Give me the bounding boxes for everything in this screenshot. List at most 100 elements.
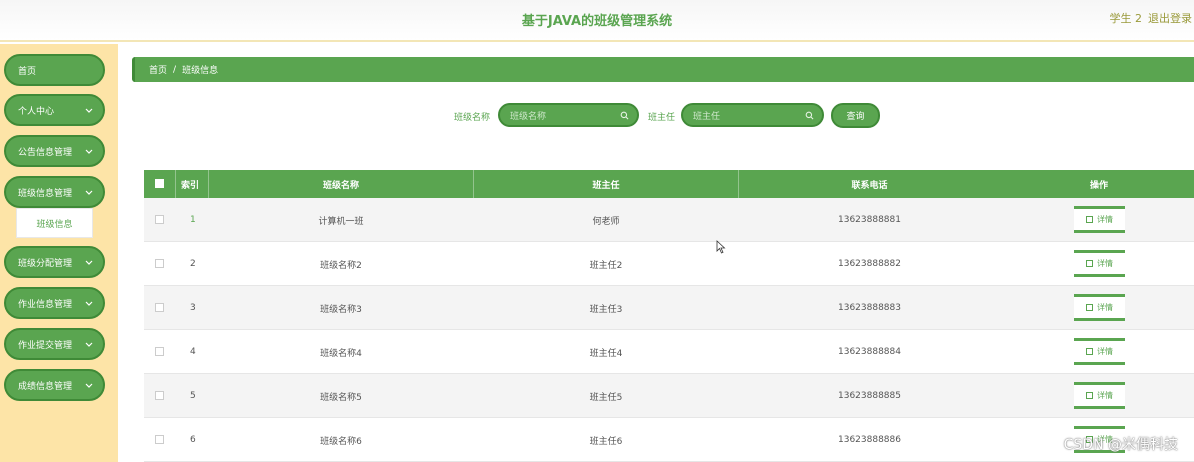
sidebar-item-label: 作业信息管理 [18, 299, 73, 310]
teacher-input[interactable]: 班主任 [681, 103, 824, 127]
cell-teacher: 班主任5 [589, 392, 623, 403]
table-row: 4 班级名称4 班主任4 13623888884 详情 [144, 330, 1194, 374]
detail-label: 详情 [1097, 215, 1113, 224]
breadcrumb-home[interactable]: 首页 [149, 63, 167, 76]
detail-icon [1086, 348, 1093, 355]
row-checkbox[interactable] [155, 347, 164, 356]
detail-button[interactable]: 详情 [1074, 338, 1125, 365]
search-icon [805, 111, 814, 120]
chevron-down-icon [85, 190, 93, 195]
cell-phone: 13623888885 [838, 391, 901, 401]
sidebar-item-submission-management[interactable]: 作业提交管理 [4, 328, 105, 360]
sidebar-subitem-class-info[interactable]: 班级信息 [16, 208, 93, 238]
cell-index: 2 [190, 259, 196, 269]
row-checkbox[interactable] [155, 303, 164, 312]
cell-class-name: 班级名称4 [320, 348, 362, 359]
search-button[interactable]: 查询 [831, 103, 880, 128]
cell-teacher: 班主任2 [589, 260, 623, 271]
sidebar-item-personal-center[interactable]: 个人中心 [4, 94, 105, 126]
detail-icon [1086, 216, 1093, 223]
cell-class-name: 班级名称6 [320, 436, 362, 447]
detail-icon [1086, 304, 1093, 311]
cell-teacher: 何老师 [592, 216, 620, 227]
cell-phone: 13623888886 [838, 435, 901, 445]
chevron-down-icon [85, 383, 93, 388]
cell-index: 6 [190, 435, 196, 445]
header-phone: 联系电话 [851, 180, 888, 191]
header-index: 索引 [181, 180, 200, 191]
detail-label: 详情 [1097, 347, 1113, 356]
logout-link[interactable]: 退出登录 [1148, 10, 1192, 26]
cell-index: 3 [190, 303, 196, 313]
sidebar-item-label: 作业提交管理 [18, 340, 73, 351]
detail-button[interactable]: 详情 [1074, 250, 1125, 277]
chevron-down-icon [85, 301, 93, 306]
watermark: CSDN @米偶科技 [1063, 437, 1178, 453]
sidebar-item-label: 班级信息管理 [18, 188, 73, 199]
teacher-label: 班主任 [648, 113, 676, 123]
sidebar-item-label: 成绩信息管理 [18, 381, 73, 392]
cell-phone: 13623888881 [838, 215, 901, 225]
select-all-checkbox[interactable] [155, 179, 164, 188]
detail-button[interactable]: 详情 [1074, 382, 1125, 409]
sidebar-item-label: 班级分配管理 [18, 258, 73, 269]
cell-teacher: 班主任4 [589, 348, 623, 359]
detail-label: 详情 [1097, 391, 1113, 400]
breadcrumb-separator: / [173, 64, 177, 75]
chevron-down-icon [85, 260, 93, 265]
cell-index: 1 [190, 215, 196, 225]
row-checkbox[interactable] [155, 215, 164, 224]
teacher-placeholder: 班主任 [693, 111, 721, 122]
sidebar-item-label: 首页 [18, 66, 37, 77]
row-checkbox[interactable] [155, 259, 164, 268]
cell-phone: 13623888882 [838, 259, 901, 269]
cell-teacher: 班主任3 [589, 304, 623, 315]
table-row: 1 计算机一班 何老师 13623888881 详情 [144, 198, 1194, 242]
sidebar-item-homework-management[interactable]: 作业信息管理 [4, 287, 105, 319]
mouse-cursor-icon [716, 240, 726, 254]
cell-phone: 13623888884 [838, 347, 901, 357]
table-row: 3 班级名称3 班主任3 13623888883 详情 [144, 286, 1194, 330]
sidebar-item-class-assignment[interactable]: 班级分配管理 [4, 246, 105, 278]
sidebar-item-notice-management[interactable]: 公告信息管理 [4, 135, 105, 167]
table-row: 2 班级名称2 班主任2 13623888882 详情 [144, 242, 1194, 286]
header-class-name: 班级名称 [322, 180, 359, 191]
class-name-input[interactable]: 班级名称 [498, 103, 639, 127]
sidebar-item-class-management[interactable]: 班级信息管理 [4, 176, 105, 208]
app-title: 基于JAVA的班级管理系统 [521, 14, 673, 29]
sidebar-item-label: 公告信息管理 [18, 147, 73, 158]
current-user: 学生 2 [1109, 12, 1143, 25]
table-row: 6 班级名称6 班主任6 13623888886 详情 [144, 418, 1194, 462]
detail-icon [1086, 392, 1093, 399]
cell-class-name: 计算机一班 [318, 216, 364, 227]
cell-class-name: 班级名称2 [320, 260, 362, 271]
cell-index: 5 [190, 391, 196, 401]
sidebar-item-home[interactable]: 首页 [4, 54, 105, 86]
cell-class-name: 班级名称3 [320, 304, 362, 315]
detail-icon [1086, 260, 1093, 267]
detail-label: 详情 [1097, 259, 1113, 268]
chevron-down-icon [85, 149, 93, 154]
header-action: 操作 [1089, 180, 1108, 191]
class-name-label: 班级名称 [454, 113, 491, 123]
cell-class-name: 班级名称5 [320, 392, 362, 403]
row-checkbox[interactable] [155, 435, 164, 444]
table-row: 5 班级名称5 班主任5 13623888885 详情 [144, 374, 1194, 418]
cell-teacher: 班主任6 [589, 436, 623, 447]
table-header: 索引 班级名称 班主任 联系电话 操作 [144, 170, 1194, 198]
breadcrumb-current: 班级信息 [182, 66, 219, 76]
sidebar-item-label: 个人中心 [18, 106, 55, 117]
top-header: 基于JAVA的班级管理系统 学生 2 退出登录 [0, 0, 1194, 42]
search-icon [620, 111, 629, 120]
cell-index: 4 [190, 347, 196, 357]
detail-button[interactable]: 详情 [1074, 294, 1125, 321]
detail-button[interactable]: 详情 [1074, 206, 1125, 233]
breadcrumb: 首页 / 班级信息 [132, 57, 1194, 82]
chevron-down-icon [85, 108, 93, 113]
sidebar: 首页 个人中心 公告信息管理 班级信息管理 班级信息 班级分配管理 作业信息管理… [0, 44, 118, 462]
class-name-placeholder: 班级名称 [510, 111, 547, 122]
sidebar-item-grade-management[interactable]: 成绩信息管理 [4, 369, 105, 401]
detail-label: 详情 [1097, 303, 1113, 312]
row-checkbox[interactable] [155, 391, 164, 400]
header-teacher: 班主任 [592, 180, 620, 191]
